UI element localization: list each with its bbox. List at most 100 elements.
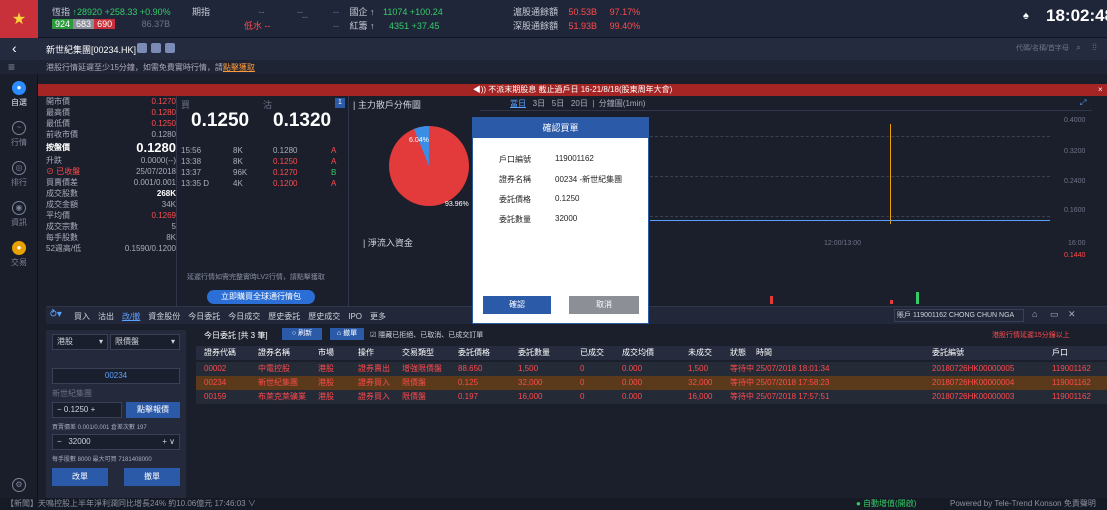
hscei-ticker[interactable]: -- 國企 ↑ 11074 +100.24: [333, 5, 443, 18]
nav-favorites[interactable]: ● 自選: [0, 74, 38, 114]
quote-row: 成交金額 34K: [46, 199, 176, 210]
pie-label-retail: 93.96%: [445, 201, 469, 208]
futures-label: 期指: [192, 7, 211, 17]
hscei-value: 11074: [383, 7, 408, 17]
table-cell: 00159: [204, 392, 227, 401]
trade-tab[interactable]: 今日委託: [188, 312, 220, 321]
trade-tab[interactable]: 歷史成交: [308, 312, 340, 321]
refresh-button[interactable]: ○ 刷新: [282, 328, 322, 340]
table-row[interactable]: 00159 布萊克萊礦業 港股 證券買入 限價盤 0.197 16,000 0 0.000 16,…: [196, 390, 1107, 404]
hsi-pct: +0.90%: [139, 7, 171, 17]
redchip-ticker[interactable]: -- 紅籌 ↑ 4351 +37.45: [333, 19, 439, 32]
bell-icon[interactable]: ♠: [1023, 10, 1029, 22]
dialog-value: 00234 -新世紀集團: [555, 175, 623, 184]
southbound-sh: 滬股通餘額 50.53B 97.17%: [513, 5, 640, 18]
market-select[interactable]: 港股 ▾: [52, 334, 108, 350]
dialog-cancel-button[interactable]: 取消: [569, 296, 639, 314]
table-header-cell: 成交均價: [622, 348, 654, 357]
ask-price: 0.1320: [273, 110, 332, 131]
stock-search-input[interactable]: 代碼/名稱/首字母: [1016, 42, 1076, 56]
chevron-down-icon: ▾: [170, 337, 175, 346]
order-rows: 證券代碼 證券名稱 市場 操作 交易類型 委託價格 委託數量 已成交 成交均價 未成交 狀態 時間 委託…: [196, 346, 1107, 496]
table-cell: 25/07/2018 17:58:23: [756, 378, 830, 387]
modify-order-button[interactable]: 改單: [52, 468, 108, 486]
info-toggle-icon[interactable]: [165, 43, 175, 53]
grid-menu-icon[interactable]: ⁞⁞: [1092, 42, 1097, 52]
net-flow-title: | 淨流入資金: [363, 238, 413, 248]
futures-ticker[interactable]: 期指 -- --: [192, 5, 303, 18]
quote-label: 成交金額: [46, 200, 78, 209]
account-selector[interactable]: 賬戶 119001162 CHONG CHUN NGA: [894, 309, 1024, 322]
table-cell: 等待中: [730, 378, 754, 387]
confirm-button[interactable]: 確認: [483, 296, 551, 314]
stock-code-input[interactable]: 00234: [52, 368, 180, 384]
tab-3day[interactable]: 3日: [533, 99, 545, 108]
trade-tab[interactable]: 今日成交: [228, 312, 260, 321]
hide-filled-checkbox[interactable]: ☑ 隱藏已拒絕、已取消、已成交訂單: [370, 330, 483, 340]
trade-tab[interactable]: 改/撤: [122, 312, 140, 321]
cancel-order-button[interactable]: 撤單: [124, 468, 180, 486]
back-arrow-icon[interactable]: ‹: [12, 40, 17, 56]
search-icon[interactable]: ⌕: [1076, 42, 1081, 53]
table-header-cell: 證券代碼: [204, 348, 236, 357]
tab-20day[interactable]: 20日: [571, 99, 588, 108]
order-type-select[interactable]: 限價盤 ▾: [110, 334, 180, 350]
quote-button[interactable]: 點擊報價: [126, 402, 180, 418]
trade-tab[interactable]: 更多: [370, 312, 386, 321]
tick-q: 8K: [233, 157, 243, 166]
quote-label: ⊘ 已收盤: [46, 167, 81, 176]
x-label-close: 16:00: [1068, 240, 1086, 247]
table-row[interactable]: 00002 中電控股 港股 證券賣出 增強限價盤 88.650 1,500 0 0.000 1,5…: [196, 362, 1107, 376]
hsi-ticker[interactable]: 恆指 ↑28920 +258.33 +0.90%: [52, 5, 171, 18]
tab-minute[interactable]: 分鐘圖(1min): [599, 99, 646, 108]
chart-toggle-icon[interactable]: [137, 43, 147, 53]
buy-data-package-button[interactable]: 立即購買全球通行情包: [207, 290, 315, 304]
nav-market[interactable]: ~ 行情: [0, 114, 38, 154]
stock-name: 新世紀集團: [52, 389, 92, 398]
dialog-label: 委託數量: [499, 215, 531, 224]
tab-today[interactable]: 當日: [510, 99, 526, 108]
lock-icon[interactable]: ⌂: [1032, 309, 1037, 319]
trade-tab[interactable]: 沽出: [98, 312, 114, 321]
nav-news[interactable]: ◉ 資訊: [0, 194, 38, 234]
close-trade-icon[interactable]: ✕: [1068, 309, 1076, 320]
tick-t: 15:56: [181, 146, 202, 155]
buy-label: 買: [181, 100, 191, 110]
tab-5day[interactable]: 5日: [552, 99, 564, 108]
quote-label: 每手股數: [46, 233, 78, 242]
expand-icon[interactable]: ⤢: [1080, 98, 1086, 108]
table-row[interactable]: 00234 新世紀集團 港股 證券買入 限價盤 0.125 32,000 0 0.000 32,0…: [196, 376, 1107, 390]
notice-link[interactable]: 點擊獲取: [223, 63, 255, 72]
table-header-cell: 戶口: [1052, 348, 1068, 357]
table-cell: 港股: [318, 364, 334, 373]
trade-tab[interactable]: IPO: [348, 312, 362, 321]
window-icon[interactable]: ▭: [1050, 309, 1059, 320]
cancel-selected-button[interactable]: ⌂ 撤單: [330, 328, 364, 340]
settings-gear-icon[interactable]: ⚙: [12, 478, 26, 492]
trade-tab[interactable]: 買入: [74, 312, 90, 321]
banner-close-icon[interactable]: ×: [1098, 84, 1103, 96]
trade-logo-icon[interactable]: ⥁▾: [50, 309, 62, 320]
trade-tab[interactable]: 資金股份: [148, 312, 180, 321]
tick-t: 13:37: [181, 168, 202, 177]
table-header: 證券代碼 證券名稱 市場 操作 交易類型 委託價格 委託數量 已成交 成交均價 未成交 狀態 時間 委託…: [196, 346, 1107, 360]
quote-row: 最低價 0.1250: [46, 118, 176, 129]
trade-tab[interactable]: 歷史委託: [268, 312, 300, 321]
favorite-star-icon[interactable]: ★: [0, 0, 38, 38]
futures-value: --: [258, 7, 265, 17]
news-toggle-icon[interactable]: [151, 43, 161, 53]
price-stepper[interactable]: − 0.1250 +: [52, 402, 122, 418]
table-cell: 32,000: [518, 378, 543, 387]
sz-label: 深股通餘額: [513, 21, 559, 31]
table-header-cell: 未成交: [688, 348, 712, 357]
quantity-stepper[interactable]: − 32000 + ∨: [52, 434, 180, 450]
nav-ranking[interactable]: ◎ 排行: [0, 154, 38, 194]
stock-title: 新世紀集團[00234.HK]: [46, 45, 137, 55]
quote-row: 升跌 0.0000(--): [46, 155, 176, 166]
nav-trade[interactable]: ● 交易: [0, 234, 38, 274]
sh-pct: 97.17%: [609, 7, 641, 17]
tick-s: A: [331, 146, 337, 155]
depth-page-badge[interactable]: 1: [335, 98, 345, 108]
news-ticker[interactable]: 【新聞】天鳴控股上半年淨利潤同比增長24% 約10.06億元 17:46:03 …: [6, 498, 256, 510]
menu-icon[interactable]: ≡: [8, 60, 15, 74]
